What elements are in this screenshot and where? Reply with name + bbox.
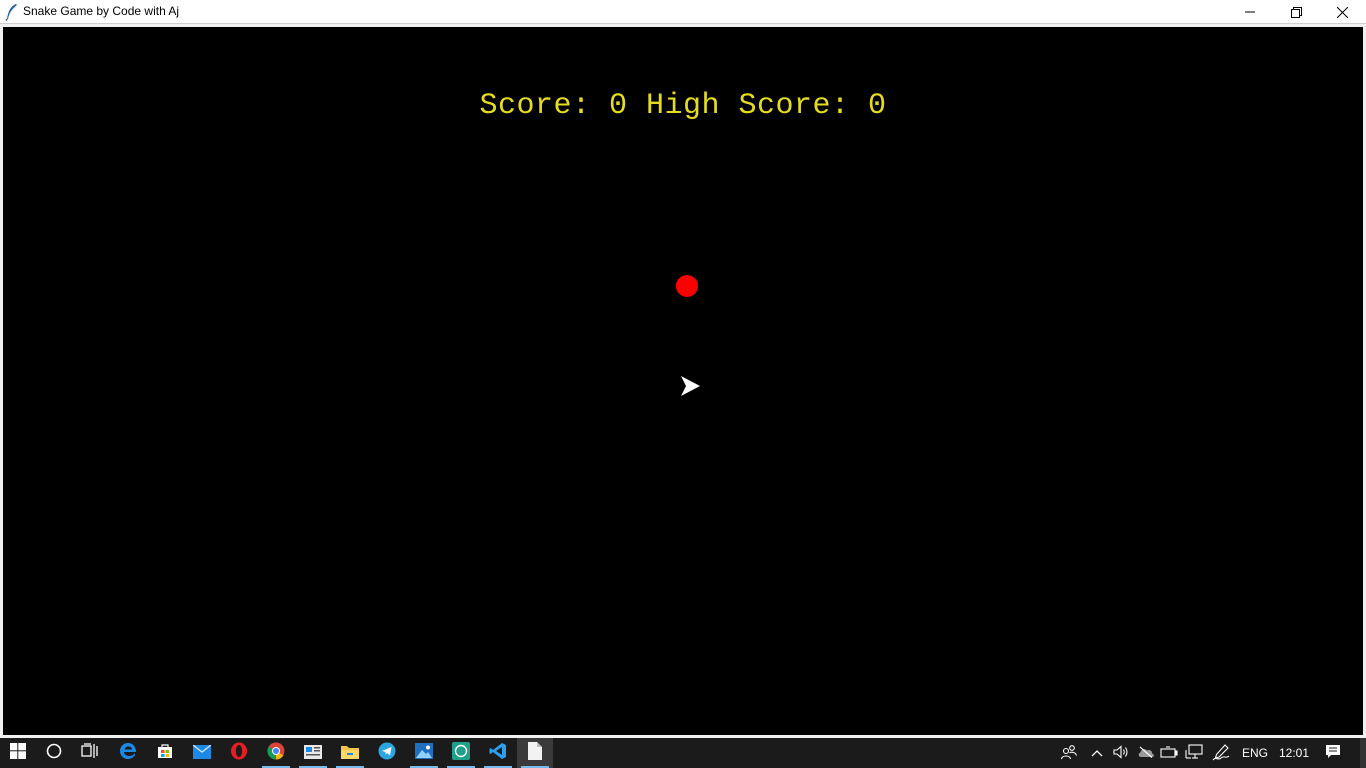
taskbar-app-file-explorer[interactable] bbox=[332, 738, 368, 768]
chrome-browser-icon bbox=[267, 742, 285, 764]
people-icon bbox=[1060, 744, 1078, 763]
news-icon bbox=[304, 744, 322, 763]
volume-button[interactable] bbox=[1110, 738, 1132, 768]
document-icon bbox=[528, 742, 542, 764]
scoreboard: Score: 0 High Score: 0 bbox=[479, 89, 887, 123]
whatsapp-icon bbox=[452, 742, 470, 764]
opera-browser-icon bbox=[230, 742, 248, 764]
feather-icon bbox=[5, 3, 19, 21]
mail-icon bbox=[192, 743, 212, 763]
file-explorer-icon bbox=[341, 744, 359, 763]
taskbar-app-opera[interactable] bbox=[221, 738, 257, 768]
vscode-icon bbox=[489, 742, 507, 764]
clock[interactable]: 12:01 bbox=[1276, 738, 1312, 768]
snake-head bbox=[679, 375, 701, 397]
network-icon bbox=[1185, 743, 1203, 763]
taskbar-app-whatsapp[interactable] bbox=[443, 738, 479, 768]
show-hidden-icons-button[interactable] bbox=[1087, 738, 1107, 768]
people-button[interactable] bbox=[1056, 738, 1082, 768]
taskbar-app-edge[interactable] bbox=[110, 738, 146, 768]
minimize-button[interactable] bbox=[1227, 0, 1273, 24]
show-desktop-button[interactable] bbox=[1360, 738, 1366, 768]
task-view-icon bbox=[81, 743, 99, 763]
close-icon bbox=[1336, 6, 1348, 18]
taskbar-app-photos[interactable] bbox=[406, 738, 442, 768]
close-button[interactable] bbox=[1319, 0, 1365, 24]
taskbar-app-telegram[interactable] bbox=[369, 738, 405, 768]
taskbar-app-chrome[interactable] bbox=[258, 738, 294, 768]
restore-button[interactable] bbox=[1273, 0, 1319, 24]
input-language-button[interactable]: ENG bbox=[1236, 738, 1274, 768]
chevron-up-icon bbox=[1091, 746, 1103, 760]
taskbar-app-news[interactable] bbox=[295, 738, 331, 768]
battery-icon bbox=[1160, 745, 1178, 761]
search-button[interactable] bbox=[36, 738, 72, 768]
onedrive-button[interactable] bbox=[1134, 738, 1158, 768]
taskbar-app-mail[interactable] bbox=[184, 738, 220, 768]
store-icon bbox=[157, 743, 173, 763]
cortana-search-icon bbox=[46, 743, 62, 763]
taskbar-app-document[interactable] bbox=[517, 738, 553, 768]
windows-start-icon bbox=[10, 743, 26, 763]
task-view-button[interactable] bbox=[72, 738, 108, 768]
network-button[interactable] bbox=[1182, 738, 1206, 768]
onedrive-offline-icon bbox=[1137, 746, 1155, 761]
edge-browser-icon bbox=[119, 742, 137, 764]
restore-icon bbox=[1290, 6, 1302, 18]
photos-icon bbox=[415, 743, 433, 763]
taskbar: ENG 12:01 bbox=[0, 738, 1366, 768]
taskbar-app-store[interactable] bbox=[147, 738, 183, 768]
taskbar-app-vscode[interactable] bbox=[480, 738, 516, 768]
action-center-button[interactable] bbox=[1320, 738, 1346, 768]
window-title: Snake Game by Code with Aj bbox=[23, 4, 180, 18]
minimize-icon bbox=[1245, 7, 1255, 17]
title-bar[interactable]: Snake Game by Code with Aj bbox=[0, 0, 1366, 24]
volume-icon bbox=[1113, 744, 1129, 762]
start-button[interactable] bbox=[0, 738, 36, 768]
game-canvas[interactable]: Score: 0 High Score: 0 bbox=[3, 27, 1363, 735]
battery-button[interactable] bbox=[1158, 738, 1180, 768]
pen-workspace-button[interactable] bbox=[1209, 738, 1233, 768]
food-dot bbox=[676, 275, 698, 297]
telegram-icon bbox=[378, 742, 396, 764]
pen-icon bbox=[1212, 743, 1230, 764]
game-window: Score: 0 High Score: 0 bbox=[0, 24, 1366, 738]
notification-icon bbox=[1325, 744, 1341, 762]
